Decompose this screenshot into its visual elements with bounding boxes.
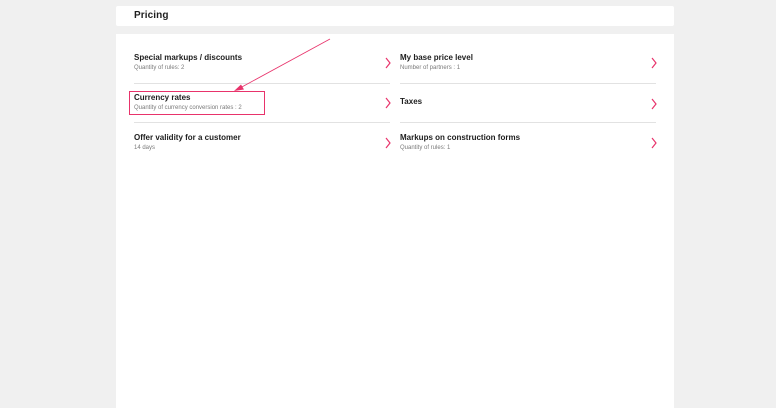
- setting-special-markups[interactable]: Special markups / discounts Quantity of …: [134, 53, 392, 91]
- chevron-right-icon[interactable]: [384, 97, 392, 109]
- setting-subtitle: Quantity of rules: 2: [134, 65, 185, 71]
- setting-offer-validity[interactable]: Offer validity for a customer 14 days: [134, 133, 392, 171]
- chevron-right-icon[interactable]: [650, 137, 658, 149]
- chevron-right-icon[interactable]: [384, 57, 392, 69]
- setting-label: My base price level: [400, 53, 473, 62]
- page-title: Pricing: [134, 10, 169, 21]
- divider: [400, 122, 656, 123]
- divider: [134, 83, 390, 84]
- setting-subtitle: Quantity of rules: 1: [400, 145, 451, 151]
- divider: [134, 122, 390, 123]
- chevron-right-icon[interactable]: [384, 137, 392, 149]
- setting-taxes[interactable]: Taxes: [400, 97, 658, 135]
- setting-label: Markups on construction forms: [400, 133, 521, 142]
- chevron-right-icon[interactable]: [650, 57, 658, 69]
- divider: [400, 83, 656, 84]
- setting-construction-markups[interactable]: Markups on construction forms Quantity o…: [400, 133, 658, 171]
- annotation-highlight-box: [129, 91, 265, 115]
- setting-base-price-level[interactable]: My base price level Number of partners :…: [400, 53, 658, 91]
- setting-label: Offer validity for a customer: [134, 133, 241, 142]
- page-header: Pricing: [116, 6, 674, 26]
- setting-subtitle: Number of partners : 1: [400, 65, 461, 71]
- setting-subtitle: 14 days: [134, 145, 156, 151]
- setting-label: Special markups / discounts: [134, 53, 243, 62]
- setting-label: Taxes: [400, 97, 423, 106]
- chevron-right-icon[interactable]: [650, 98, 658, 110]
